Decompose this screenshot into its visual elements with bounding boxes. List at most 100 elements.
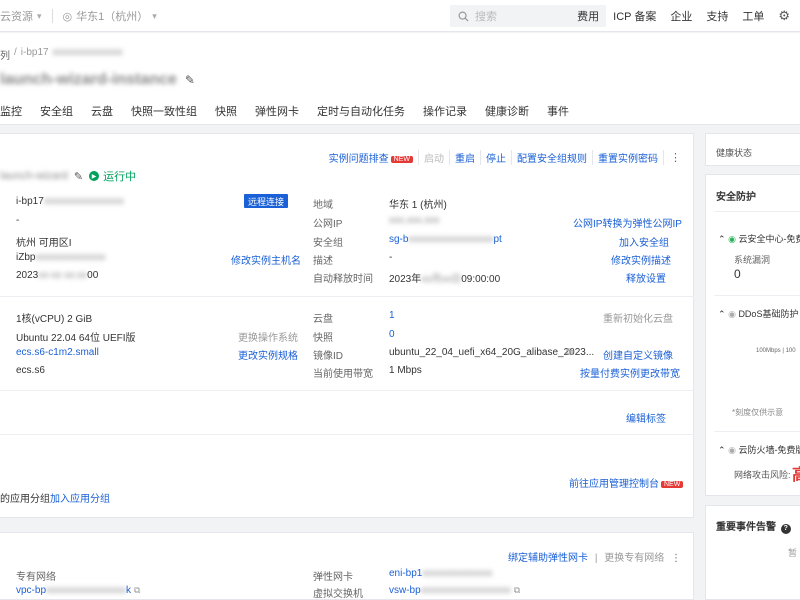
shield-icon: ◉ <box>728 445 736 455</box>
disk-count-link[interactable]: 1 <box>389 310 395 321</box>
tab-eni[interactable]: 弹性网卡 <box>246 103 308 125</box>
nav-link-ticket[interactable]: 工单 <box>742 8 764 24</box>
globe-icon: ◎ <box>62 10 73 23</box>
vswitch-link[interactable]: vsw-bpxxxxxxxxxxxxxxxxxx ⧉ <box>389 585 520 596</box>
tab-bar: 监控 安全组 云盘 快照一致性组 快照 弹性网卡 定时与自动化任务 操作记录 健… <box>0 103 578 125</box>
nav-link-icp[interactable]: ICP 备案 <box>613 8 656 24</box>
restart-button[interactable]: 重启 <box>450 150 481 165</box>
image-id-value: ubuntu_22_04_uefi_x64_20G_alibase_2023..… <box>389 347 595 358</box>
change-type-link[interactable]: 更改实例规格 <box>238 347 298 362</box>
breadcrumb-parent[interactable]: 列 <box>0 47 10 62</box>
release-time-value: 2023年xx月xx日09:00:00 <box>389 270 500 285</box>
tab-snapshot-group[interactable]: 快照一致性组 <box>122 103 206 125</box>
bind-eni-link[interactable]: 绑定辅助弹性网卡 <box>508 553 588 564</box>
public-ip-value: xxx.xxx.xxx <box>389 215 440 226</box>
edit-tags-link[interactable]: 编辑标签 <box>626 410 666 425</box>
add-app-group-link[interactable]: 加入应用分组 <box>50 490 110 505</box>
tab-automation[interactable]: 定时与自动化任务 <box>308 103 414 125</box>
nav-link-support[interactable]: 支持 <box>706 8 728 24</box>
firewall-row[interactable]: ⌃ ◉ 云防火墙-免费版 <box>718 443 800 456</box>
app-console-link[interactable]: 前往应用管理控制台 NEW <box>569 475 684 490</box>
more-icon[interactable]: ⋮ <box>664 151 681 164</box>
hostname-masked: xxxxxxxxxxxxxx <box>35 252 106 263</box>
release-settings-link[interactable]: 释放设置 <box>626 270 666 285</box>
start-button[interactable]: 启动 <box>419 150 450 165</box>
configure-sg-rules-button[interactable]: 配置安全组规则 <box>512 150 593 165</box>
tab-disk[interactable]: 云盘 <box>82 103 122 125</box>
health-status-title: 健康状态 <box>716 148 753 158</box>
disk-label: 云盘 <box>313 314 333 325</box>
external-link-icon[interactable]: ⧉ <box>134 585 140 595</box>
shield-icon: ◉ <box>728 309 736 319</box>
vpc-link[interactable]: vpc-bpxxxxxxxxxxxxxxxxk ⧉ <box>16 585 140 596</box>
network-actions: 绑定辅助弹性网卡 | 更换专有网络 ⋮ <box>508 549 681 564</box>
page-title: launch-wizard-instance ✎ <box>0 71 195 89</box>
attack-risk-value: 高 <box>792 461 800 485</box>
top-bar-left: 云资源 ▾ ◎ 华东1（杭州） ▾ <box>0 0 167 32</box>
region-selector[interactable]: ◎ 华东1（杭州） ▾ <box>53 0 167 32</box>
region-selector-label: 华东1（杭州） <box>76 11 149 23</box>
firewall-title: 云防火墙-免费版 <box>738 445 800 455</box>
divider <box>0 434 694 435</box>
tab-events[interactable]: 事件 <box>538 103 578 125</box>
edit-icon[interactable]: ✎ <box>74 170 83 183</box>
security-protection-panel: 安全防护 ⌃ ◉ 云安全中心-免费 系统漏洞 0 ⌃ ◉ DDoS基础防护 10… <box>705 174 800 496</box>
snapshot-count-link[interactable]: 0 <box>389 329 395 340</box>
divider <box>714 295 800 296</box>
vswitch-label: 虚拟交换机 <box>313 589 363 600</box>
top-bar: 云资源 ▾ ◎ 华东1（杭州） ▾ 搜索 费用 ICP 备案 企业 支持 工单 … <box>0 0 800 32</box>
tab-security-group[interactable]: 安全组 <box>31 103 82 125</box>
breadcrumb-current: i-bp17 <box>20 47 49 58</box>
reset-password-button[interactable]: 重置实例密码 <box>593 150 664 165</box>
instance-type-link[interactable]: ecs.s6-c1m2.small <box>16 347 99 358</box>
change-os-link[interactable]: 更换操作系统 <box>238 329 298 344</box>
description-value: - <box>389 252 393 263</box>
status-badge: ▶ 运行中 <box>89 168 136 184</box>
reinit-disk-link[interactable]: 重新初始化云盘 <box>603 310 673 325</box>
join-sg-link[interactable]: 加入安全组 <box>619 234 669 249</box>
nav-link-billing[interactable]: 费用 <box>577 8 599 24</box>
security-title: 安全防护 <box>716 192 756 203</box>
hostname-prefix: iZbp <box>16 252 36 263</box>
tab-snapshot[interactable]: 快照 <box>206 103 246 125</box>
convert-eip-link[interactable]: 公网IP转换为弹性公网IP <box>573 215 682 230</box>
change-bandwidth-link[interactable]: 按量付费实例更改带宽 <box>580 365 680 380</box>
tab-health-diagnosis[interactable]: 健康诊断 <box>476 103 538 125</box>
eni-label: 弹性网卡 <box>313 572 353 583</box>
create-image-link[interactable]: 创建自定义镜像 <box>603 347 673 362</box>
breadcrumb: 列 / i-bp17 xxxxxxxxxxxxxx <box>0 47 123 62</box>
troubleshoot-button[interactable]: 实例问题排查 NEW <box>324 150 419 165</box>
help-icon[interactable]: ? <box>780 524 791 534</box>
shield-icon: ◉ <box>728 234 736 244</box>
security-group-link[interactable]: sg-bxxxxxxxxxxxxxxxxxpt <box>389 234 502 245</box>
edit-hostname-link[interactable]: 修改实例主机名 <box>231 252 301 267</box>
search-placeholder: 搜索 <box>475 11 497 23</box>
gear-icon[interactable]: ⚙ <box>778 8 790 24</box>
vswitch-prefix: vsw-bp <box>389 585 421 596</box>
bandwidth-label: 当前使用带宽 <box>313 369 373 380</box>
events-panel: 重要事件告警 ? 暂 <box>705 505 800 600</box>
ddos-row[interactable]: ⌃ ◉ DDoS基础防护 <box>718 307 798 320</box>
resource-selector-label: 云资源 <box>0 11 33 23</box>
more-icon[interactable]: ⋮ <box>671 553 681 564</box>
top-bar-links: 费用 ICP 备案 企业 支持 工单 ⚙ <box>577 0 790 32</box>
divider <box>0 390 694 391</box>
snapshot-label: 快照 <box>313 333 333 344</box>
tab-monitor[interactable]: 监控 <box>0 103 31 125</box>
instance-name: launch-wizard <box>0 170 68 182</box>
nav-link-enterprise[interactable]: 企业 <box>670 8 692 24</box>
ddos-gauge-axis: 100Mbps | 100 <box>756 348 796 354</box>
change-vpc-link[interactable]: 更换专有网络 <box>604 553 664 564</box>
eni-link[interactable]: eni-bp1xxxxxxxxxxxxxx <box>389 568 492 579</box>
edit-description-link[interactable]: 修改实例描述 <box>611 252 671 267</box>
resource-selector[interactable]: 云资源 ▾ <box>0 0 52 32</box>
external-link-icon[interactable]: ⧉ <box>514 585 520 595</box>
chevron-up-icon: ⌃ <box>718 445 726 455</box>
ext-link-icon[interactable]: ⧉ <box>566 347 573 358</box>
remote-connect-button[interactable]: 远程连接 <box>244 194 288 208</box>
new-badge: NEW <box>390 155 413 163</box>
edit-icon[interactable]: ✎ <box>185 73 195 87</box>
security-center-row[interactable]: ⌃ ◉ 云安全中心-免费 <box>718 232 800 245</box>
stop-button[interactable]: 停止 <box>481 150 512 165</box>
tab-operation-log[interactable]: 操作记录 <box>414 103 476 125</box>
